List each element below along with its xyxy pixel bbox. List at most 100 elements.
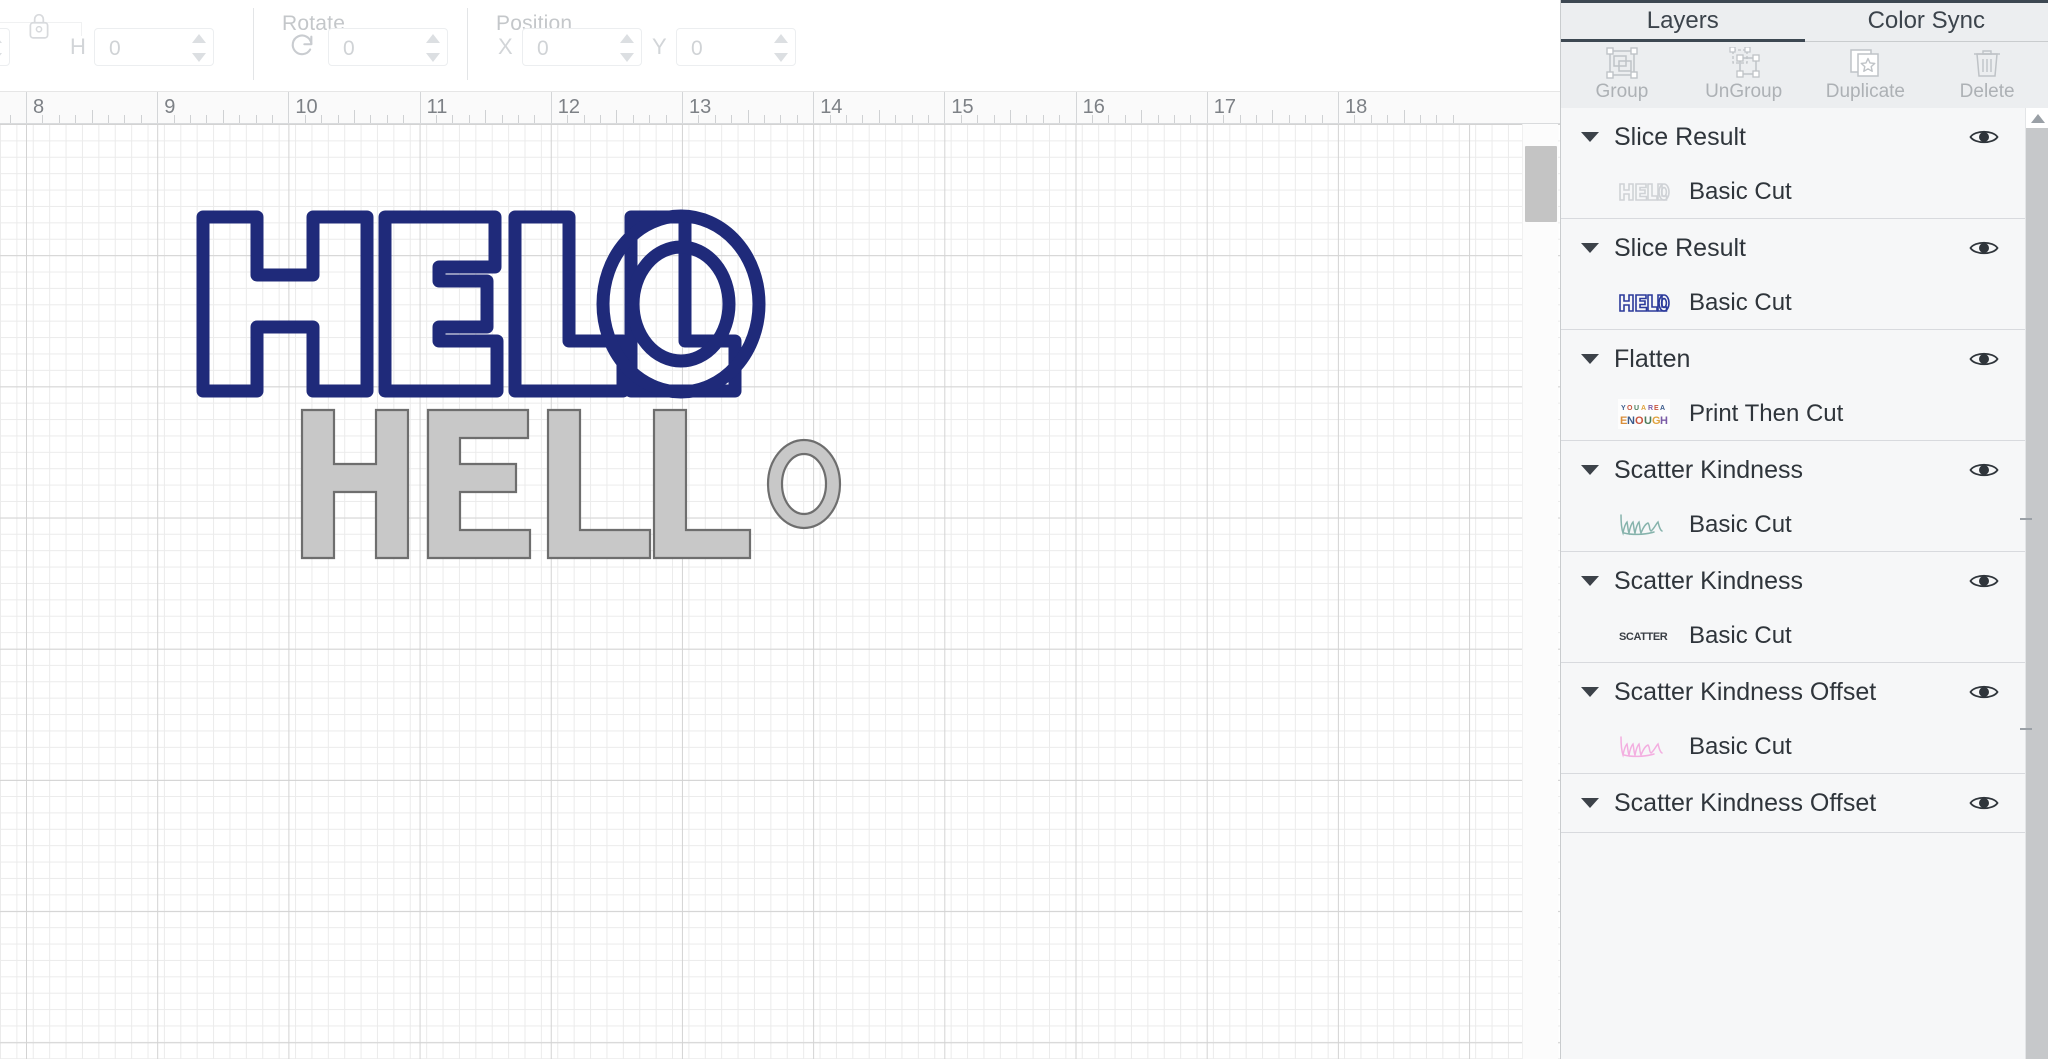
eye-visibility-icon[interactable] bbox=[1969, 682, 1999, 702]
layer-group-header[interactable]: Slice Result bbox=[1561, 108, 2025, 166]
chevron-down-icon[interactable] bbox=[1581, 132, 1599, 142]
chevron-down-icon[interactable] bbox=[1581, 576, 1599, 586]
tab-color-sync[interactable]: Color Sync bbox=[1804, 3, 2048, 42]
chevron-down-icon[interactable] bbox=[1581, 243, 1599, 253]
ruler-major-tick bbox=[1206, 92, 1208, 123]
height-input[interactable]: 0 bbox=[94, 28, 214, 66]
ruler-minor-tick bbox=[59, 115, 60, 123]
hello-solid-gray[interactable] bbox=[298, 406, 843, 561]
hello-navy-outline-thumb bbox=[1617, 288, 1671, 318]
rotate-input[interactable]: 0 bbox=[328, 28, 448, 66]
layer-item-row[interactable]: Y O U A R E A E N O U G H Print Then Cut bbox=[1561, 388, 2025, 440]
layer-group-header[interactable]: Scatter Kindness Offset bbox=[1561, 663, 2025, 721]
layer-group-header[interactable]: Scatter Kindness Offset bbox=[1561, 774, 2025, 832]
canvas-vertical-scrollbar[interactable] bbox=[1522, 124, 1558, 1059]
chevron-down-icon[interactable] bbox=[1581, 465, 1599, 475]
svg-text:H: H bbox=[1660, 415, 1668, 427]
design-canvas[interactable] bbox=[0, 124, 1560, 1059]
ruler-minor-tick bbox=[1240, 115, 1241, 123]
layers-list[interactable]: Slice Result Basic Cut Slice Result Basic C… bbox=[1561, 108, 2025, 1059]
scroll-up-arrow-icon[interactable] bbox=[2031, 114, 2045, 123]
eye-visibility-icon[interactable] bbox=[1969, 460, 1999, 480]
right-panel: Layers Color Sync Group UnGroup Duplicat… bbox=[1560, 0, 2048, 1059]
ruler-minor-tick bbox=[584, 115, 585, 123]
ruler-minor-tick bbox=[256, 115, 257, 123]
layer-group-title: Scatter Kindness bbox=[1614, 455, 1803, 484]
position-y-stepper[interactable] bbox=[771, 34, 791, 62]
duplicate-icon bbox=[1850, 49, 1880, 77]
eye-visibility-icon[interactable] bbox=[1969, 571, 1999, 591]
layer-group-header[interactable]: Slice Result bbox=[1561, 219, 2025, 277]
layer-group-title: Scatter Kindness bbox=[1614, 566, 1803, 595]
group-button[interactable]: Group bbox=[1561, 42, 1683, 108]
ruler-minor-tick bbox=[370, 115, 371, 123]
delete-button[interactable]: Delete bbox=[1926, 42, 2048, 108]
layer-item-row[interactable]: SCATTER Basic Cut bbox=[1561, 610, 2025, 662]
ruler-minor-tick bbox=[1305, 115, 1306, 123]
eye-visibility-icon[interactable] bbox=[1969, 793, 1999, 813]
ruler-minor-tick bbox=[1387, 115, 1388, 123]
ruler-minor-tick bbox=[698, 115, 699, 123]
position-y-label: Y bbox=[652, 34, 667, 59]
layer-item-row[interactable]: Basic Cut bbox=[1561, 721, 2025, 773]
ruler-minor-tick bbox=[92, 110, 93, 123]
rotate-stepper[interactable] bbox=[423, 34, 443, 62]
ruler-minor-tick bbox=[206, 115, 207, 123]
ruler-label: 13 bbox=[689, 96, 712, 118]
layer-group: Slice Result Basic Cut bbox=[1561, 219, 2025, 330]
layer-item-row[interactable]: Basic Cut bbox=[1561, 499, 2025, 551]
layer-item-row[interactable]: Basic Cut bbox=[1561, 166, 2025, 218]
ruler-minor-tick bbox=[748, 110, 749, 123]
position-x-stepper[interactable] bbox=[617, 34, 637, 62]
trash-icon bbox=[1974, 50, 2001, 77]
eye-visibility-icon[interactable] bbox=[1969, 349, 1999, 369]
ungroup-label: UnGroup bbox=[1705, 81, 1783, 102]
ruler-minor-tick bbox=[616, 110, 617, 123]
ruler-minor-tick bbox=[895, 115, 896, 123]
duplicate-button[interactable]: Duplicate bbox=[1805, 42, 1927, 108]
layer-item-row[interactable]: Basic Cut bbox=[1561, 277, 2025, 329]
ruler-minor-tick bbox=[879, 110, 880, 123]
layer-group-header[interactable]: Scatter Kindness bbox=[1561, 441, 2025, 499]
eye-visibility-icon[interactable] bbox=[1969, 238, 1999, 258]
layer-item-label: Basic Cut bbox=[1689, 733, 1792, 760]
hello-outline-navy[interactable] bbox=[195, 209, 775, 399]
top-toolbar: H 0 Rotate 0 Position X 0 Y 0 bbox=[0, 0, 1560, 92]
position-x-input[interactable]: 0 bbox=[522, 28, 642, 66]
panel-vertical-scrollbar[interactable] bbox=[2020, 108, 2048, 1059]
chevron-down-icon[interactable] bbox=[1581, 354, 1599, 364]
layer-group-header[interactable]: Flatten bbox=[1561, 330, 2025, 388]
layer-group-title: Scatter Kindness Offset bbox=[1614, 677, 1877, 706]
panel-scrollbar-track[interactable] bbox=[2020, 128, 2048, 1059]
size-group: H 0 bbox=[0, 0, 214, 92]
height-stepper[interactable] bbox=[189, 34, 209, 62]
ruler-minor-tick bbox=[1010, 110, 1011, 123]
duplicate-label: Duplicate bbox=[1825, 81, 1905, 102]
layer-group: Flatten Y O U A R E A E N O U G H Print Then Cut bbox=[1561, 330, 2025, 441]
ruler-minor-tick bbox=[174, 115, 175, 123]
layer-group: Scatter Kindness Offset Basic Cut bbox=[1561, 663, 2025, 774]
rotate-group: Rotate 0 bbox=[270, 0, 470, 92]
ruler-minor-tick bbox=[1289, 115, 1290, 123]
ruler-label: 15 bbox=[951, 96, 974, 118]
position-y-input[interactable]: 0 bbox=[676, 28, 796, 66]
ruler-minor-tick bbox=[10, 115, 11, 123]
ungroup-button[interactable]: UnGroup bbox=[1683, 42, 1805, 108]
chevron-down-icon[interactable] bbox=[1581, 687, 1599, 697]
horizontal-ruler[interactable]: 8 9 10 11 12 13 14 15 16 17 18 bbox=[0, 92, 1560, 124]
layer-group-header[interactable]: Scatter Kindness bbox=[1561, 552, 2025, 610]
canvas-scrollbar-thumb[interactable] bbox=[1525, 146, 1557, 222]
chevron-down-icon[interactable] bbox=[1581, 798, 1599, 808]
layer-group: Scatter Kindness SCATTER Basic Cut bbox=[1561, 552, 2025, 663]
eye-visibility-icon[interactable] bbox=[1969, 127, 1999, 147]
width-stepper[interactable] bbox=[0, 34, 5, 62]
ruler-minor-tick bbox=[797, 115, 798, 123]
ruler-minor-tick bbox=[1371, 115, 1372, 123]
group-icon bbox=[1606, 47, 1638, 79]
ruler-label: 12 bbox=[557, 96, 581, 118]
ruler-label: 18 bbox=[1345, 96, 1368, 118]
svg-text:A: A bbox=[1660, 405, 1665, 412]
ruler-major-tick bbox=[682, 92, 683, 123]
tab-layers[interactable]: Layers bbox=[1561, 3, 1805, 42]
width-input[interactable] bbox=[0, 28, 10, 66]
